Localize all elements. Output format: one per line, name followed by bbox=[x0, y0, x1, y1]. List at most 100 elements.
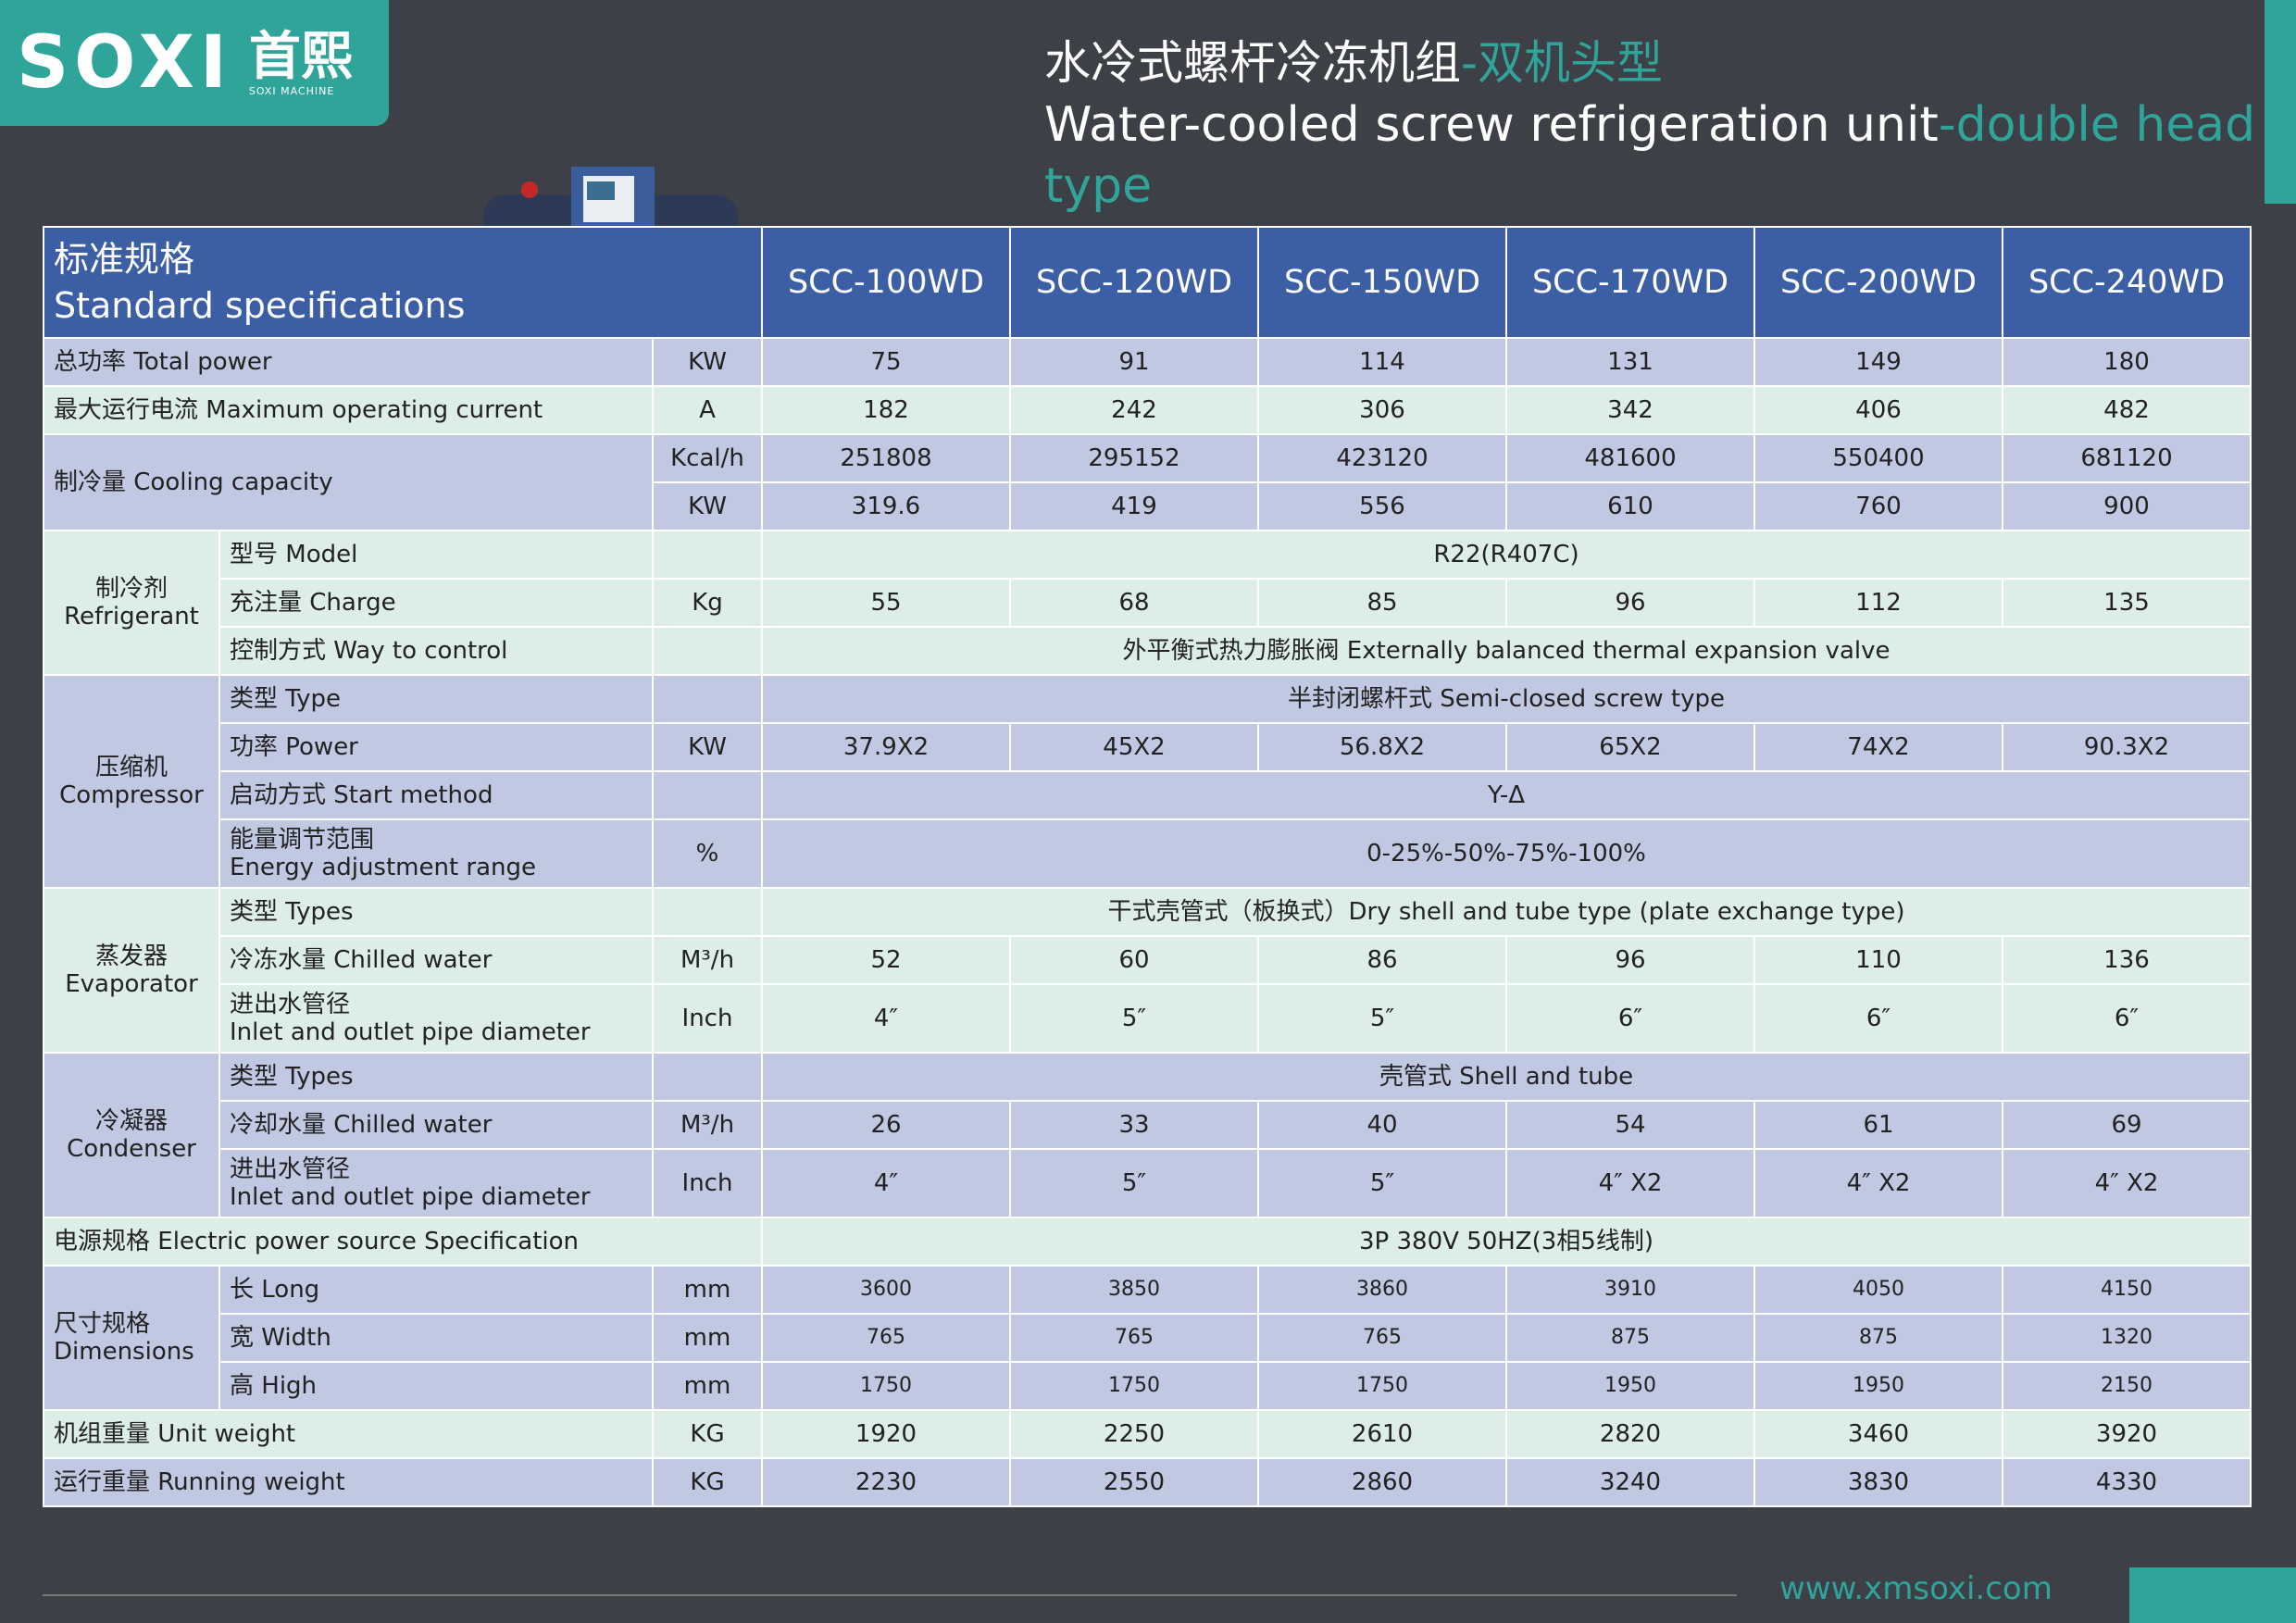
merged-value-cell: Y-Δ bbox=[761, 770, 2252, 820]
row-compressor-type: 压缩机 Compressor 类型 Type 半封闭螺杆式 Semi-close… bbox=[43, 674, 2252, 889]
value-cell: 900 bbox=[2002, 481, 2252, 531]
merged-value-cell: 壳管式 Shell and tube bbox=[761, 1052, 2252, 1102]
value-cell: 3240 bbox=[1505, 1457, 1755, 1507]
value-cell: 131 bbox=[1505, 337, 1755, 387]
group-compressor: 压缩机 Compressor bbox=[43, 674, 220, 889]
value-cell: 765 bbox=[761, 1313, 1011, 1363]
value-cell: 61 bbox=[1753, 1100, 2003, 1150]
value-cell: 319.6 bbox=[761, 481, 1011, 531]
value-cell: 5″ bbox=[1009, 983, 1259, 1054]
row-refrigerant-model: 制冷剂 Refrigerant 型号 Model R22(R407C) bbox=[43, 530, 2252, 676]
value-cell: 550400 bbox=[1753, 433, 2003, 483]
value-cell: 96 bbox=[1505, 578, 1755, 628]
value-cell: 1320 bbox=[2002, 1313, 2252, 1363]
value-cell: 2550 bbox=[1009, 1457, 1259, 1507]
group-dimensions: 尺寸规格 Dimensions bbox=[43, 1265, 220, 1411]
value-cell: 6″ bbox=[2002, 983, 2252, 1054]
value-cell: 6″ bbox=[1505, 983, 1755, 1054]
value-cell: 86 bbox=[1257, 935, 1507, 985]
row-label-en: Energy adjustment range bbox=[230, 854, 537, 881]
value-cell: 2860 bbox=[1257, 1457, 1507, 1507]
unit-cell bbox=[652, 770, 763, 820]
merged-value-cell: 外平衡式热力膨胀阀 Externally balanced thermal ex… bbox=[761, 626, 2252, 676]
value-cell: 69 bbox=[2002, 1100, 2252, 1150]
row-label: 启动方式 Start method bbox=[218, 770, 654, 820]
value-cell: 4150 bbox=[2002, 1265, 2252, 1315]
value-cell: 2610 bbox=[1257, 1409, 1507, 1459]
value-cell: 75 bbox=[761, 337, 1011, 387]
row-compressor-start: 启动方式 Start method Y-Δ bbox=[44, 770, 2252, 820]
group-evaporator: 蒸发器 Evaporator bbox=[43, 887, 220, 1054]
group-label-en: Compressor bbox=[59, 781, 204, 809]
header-title-cell: 标准规格 Standard specifications bbox=[43, 226, 763, 339]
unit-cell: mm bbox=[652, 1361, 763, 1411]
group-label-cn: 尺寸规格 bbox=[54, 1310, 151, 1338]
value-cell: 74X2 bbox=[1753, 722, 2003, 772]
value-cell: 1920 bbox=[761, 1409, 1011, 1459]
value-cell: 2150 bbox=[2002, 1361, 2252, 1411]
group-label-cn: 制冷剂 bbox=[94, 575, 168, 603]
merged-value-cell: 3P 380V 50HZ(3相5线制) bbox=[761, 1217, 2252, 1267]
unit-cell bbox=[652, 887, 763, 937]
value-cell: 423120 bbox=[1257, 433, 1507, 483]
group-label-en: Dimensions bbox=[54, 1338, 194, 1366]
value-cell: 4″ X2 bbox=[1505, 1148, 1755, 1218]
row-power-source: 电源规格 Electric power source Specification… bbox=[43, 1217, 2252, 1267]
model-header: SCC-240WD bbox=[2002, 226, 2252, 339]
group-label-cn: 蒸发器 bbox=[94, 943, 168, 970]
value-cell: 2820 bbox=[1505, 1409, 1755, 1459]
unit-cell: Inch bbox=[652, 983, 763, 1054]
unit-cell: Inch bbox=[652, 1148, 763, 1218]
value-cell: 4330 bbox=[2002, 1457, 2252, 1507]
header-title-en: Standard specifications bbox=[54, 285, 466, 326]
logo-cn-block: 首熙 SOXI MACHINE bbox=[249, 29, 353, 97]
unit-cell: KW bbox=[652, 722, 763, 772]
value-cell: 135 bbox=[2002, 578, 2252, 628]
value-cell: 3600 bbox=[761, 1265, 1011, 1315]
unit-cell: KG bbox=[652, 1457, 763, 1507]
value-cell: 26 bbox=[761, 1100, 1011, 1150]
row-label: 进出水管径 Inlet and outlet pipe diameter bbox=[218, 1148, 654, 1218]
row-evaporator-pipe: 进出水管径 Inlet and outlet pipe diameter Inc… bbox=[44, 983, 2252, 1054]
row-label: 类型 Type bbox=[218, 674, 654, 724]
value-cell: 114 bbox=[1257, 337, 1507, 387]
footer-website-link[interactable]: www.xmsoxi.com bbox=[1779, 1570, 2053, 1607]
model-header: SCC-120WD bbox=[1009, 226, 1259, 339]
row-label: 型号 Model bbox=[218, 530, 654, 580]
value-cell: 875 bbox=[1505, 1313, 1755, 1363]
merged-value-cell: 干式壳管式（板换式）Dry shell and tube type (plate… bbox=[761, 887, 2252, 937]
row-label: 长 Long bbox=[218, 1265, 654, 1315]
value-cell: 55 bbox=[761, 578, 1011, 628]
row-dim-long: 尺寸规格 Dimensions 长 Long mm 3600 3850 3860… bbox=[43, 1265, 2252, 1411]
unit-cell bbox=[652, 1052, 763, 1102]
value-cell: 91 bbox=[1009, 337, 1259, 387]
value-cell: 1950 bbox=[1753, 1361, 2003, 1411]
group-label-cn: 冷凝器 bbox=[94, 1107, 168, 1135]
row-dim-width: 宽 Width mm 765 765 765 875 875 1320 bbox=[44, 1313, 2252, 1363]
value-cell: 1750 bbox=[1257, 1361, 1507, 1411]
value-cell: 242 bbox=[1009, 385, 1259, 435]
value-cell: 5″ bbox=[1257, 1148, 1507, 1218]
model-header: SCC-200WD bbox=[1753, 226, 2003, 339]
row-total-power: 总功率 Total power KW 75 91 114 131 149 180 bbox=[43, 337, 2252, 387]
value-cell: 3910 bbox=[1505, 1265, 1755, 1315]
row-compressor-energy: 能量调节范围 Energy adjustment range % 0-25%-5… bbox=[44, 818, 2252, 889]
value-cell: 760 bbox=[1753, 481, 2003, 531]
value-cell: 110 bbox=[1753, 935, 2003, 985]
row-label: 运行重量 Running weight bbox=[43, 1457, 654, 1507]
unit-cell: M³/h bbox=[652, 1100, 763, 1150]
value-cell: 482 bbox=[2002, 385, 2252, 435]
value-cell: 3920 bbox=[2002, 1409, 2252, 1459]
value-cell: 3850 bbox=[1009, 1265, 1259, 1315]
value-cell: 90.3X2 bbox=[2002, 722, 2252, 772]
value-cell: 37.9X2 bbox=[761, 722, 1011, 772]
title-en: Water-cooled screw refrigeration unit-do… bbox=[1044, 94, 2296, 217]
unit-cell bbox=[652, 530, 763, 580]
merged-value-cell: 半封闭螺杆式 Semi-closed screw type bbox=[761, 674, 2252, 724]
value-cell: 556 bbox=[1257, 481, 1507, 531]
merged-value-cell: R22(R407C) bbox=[761, 530, 2252, 580]
value-cell: 1750 bbox=[1009, 1361, 1259, 1411]
row-evaporator-type: 蒸发器 Evaporator 类型 Types 干式壳管式（板换式）Dry sh… bbox=[43, 887, 2252, 1054]
unit-cell: M³/h bbox=[652, 935, 763, 985]
row-label: 进出水管径 Inlet and outlet pipe diameter bbox=[218, 983, 654, 1054]
